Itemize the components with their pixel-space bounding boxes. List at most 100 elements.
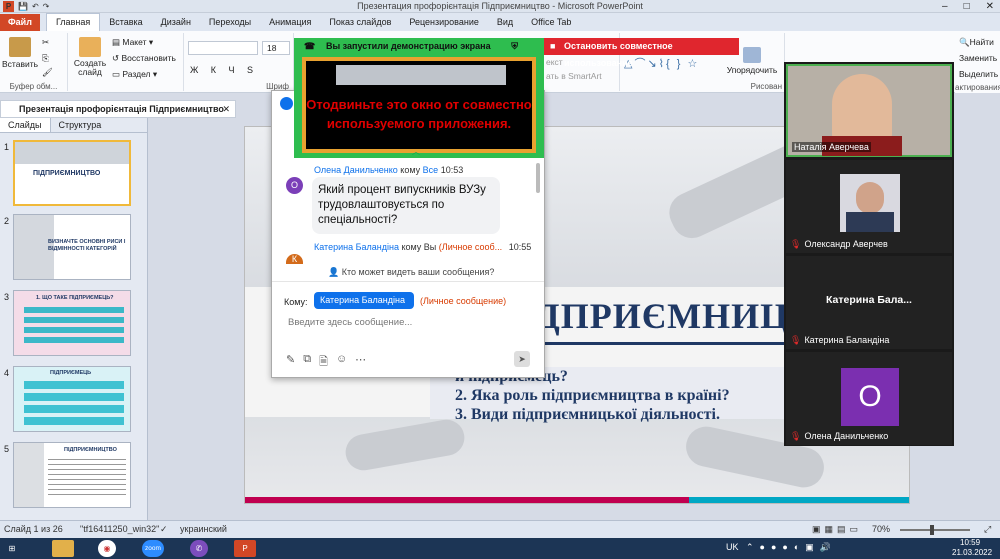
private-message-tag: (Личное сообщение)	[420, 296, 507, 306]
more-icon[interactable]: ⋯	[355, 353, 366, 372]
paste-button[interactable]: Вставить	[2, 37, 38, 69]
chat-menu-icon[interactable]	[280, 97, 293, 110]
participant-name: 🎙 Олена Данильченко	[790, 431, 889, 441]
font-style-buttons[interactable]: Ж К Ч S	[190, 65, 258, 75]
shapes-gallery[interactable]: △⌒↘⌇{ } ☆	[624, 55, 699, 71]
tab-view[interactable]: Вид	[488, 14, 522, 31]
participant-photo	[832, 74, 892, 144]
message-bubble: Який процент випускників ВУЗу трудовлашт…	[312, 177, 500, 234]
slide-thumb[interactable]: 5 ПІДПРИЄМНИЦТВО	[0, 442, 140, 510]
muted-mic-icon: 🎙	[790, 431, 802, 441]
tab-home[interactable]: Главная	[45, 13, 101, 31]
participant-name: 🎙 Олександр Аверчев	[790, 239, 888, 249]
message-input[interactable]: Введите здесь сообщение...	[288, 317, 412, 328]
slide-thumb-title: ПІДПРИЄМЕЦЬ	[50, 370, 92, 376]
send-button[interactable]: ➤	[514, 351, 530, 367]
input-language[interactable]: UK	[726, 542, 739, 552]
phone-icon: ☎	[304, 41, 316, 51]
slide-thumb-title: 1. ЩО ТАКЕ ПІДПРИЄМЕЦЬ?	[36, 295, 114, 301]
tab-review[interactable]: Рецензирование	[400, 14, 488, 31]
section-button[interactable]: ▭ Раздел ▾	[112, 69, 157, 80]
zoom-slider[interactable]	[900, 529, 970, 531]
replace-button[interactable]: Заменить	[959, 53, 997, 63]
find-button[interactable]: 🔍Найти	[959, 37, 994, 48]
stop-icon: ■	[550, 41, 556, 51]
slide-accent-bar-cyan	[689, 497, 909, 503]
screenshot-icon[interactable]: ⧉	[303, 353, 311, 372]
ribbon-tabs: Файл Главная Вставка Дизайн Переходы Ани…	[0, 13, 1000, 31]
zoom-slider-thumb[interactable]	[930, 525, 934, 535]
new-slide-icon	[79, 37, 101, 57]
close-icon[interactable]: ✕	[986, 0, 994, 13]
font-group: 18 Ж К Ч S Шриф	[184, 33, 294, 91]
restore-button[interactable]: ↺ Восстановить	[112, 53, 176, 64]
close-tab-icon[interactable]: ✕	[222, 101, 230, 117]
slide-thumb[interactable]: 4 ПІДПРИЄМЕЦЬ	[0, 366, 140, 434]
video-tile[interactable]: Наталія Аверчева	[786, 64, 952, 157]
layout-button[interactable]: ▤ Макет ▾	[112, 37, 153, 48]
format-icon[interactable]: ✎	[286, 353, 295, 372]
smartart-label: ать в SmartArt	[546, 71, 602, 81]
slides-group: Создать слайд ▤ Макет ▾ ↺ Восстановить ▭…	[68, 33, 184, 91]
person-icon: 👤	[328, 267, 340, 277]
video-tile[interactable]: Катерина Бала... 🎙 Катерина Баландіна	[786, 256, 952, 349]
participant-name: 🎙 Катерина Баландіна	[790, 335, 890, 345]
avatar: О	[286, 177, 303, 194]
maximize-icon[interactable]: □	[964, 0, 970, 13]
file-icon[interactable]: 🗎	[319, 353, 328, 372]
slide-thumb-title: ПІДПРИЄМНИЦТВО	[33, 170, 101, 177]
tab-animation[interactable]: Анимация	[260, 14, 320, 31]
font-name-field[interactable]	[188, 41, 258, 55]
recipient-select[interactable]: Катерина Баландіна ⌄	[314, 292, 414, 322]
language-indicator[interactable]: украинский	[180, 521, 227, 538]
tab-insert[interactable]: Вставка	[100, 14, 151, 31]
stop-share-button[interactable]: ■ Остановить совместное использование	[544, 38, 739, 68]
format-painter-icon[interactable]: 🖌	[42, 67, 53, 78]
muted-mic-icon: 🎙	[790, 239, 802, 249]
select-button[interactable]: Выделить	[959, 69, 998, 79]
tray-icons[interactable]: ⌃●●●◐▣🔊	[746, 542, 837, 553]
muted-mic-icon: 🎙	[790, 335, 802, 345]
editing-group-label: актирования	[955, 83, 1000, 92]
minimize-icon[interactable]: –	[942, 0, 948, 13]
view-buttons[interactable]: ▣▦▤▭	[812, 521, 862, 538]
chrome-icon[interactable]: ◉	[98, 540, 116, 557]
title-bar: P 💾 ↶ ↷ Презентация профорієнтація Підпр…	[0, 0, 1000, 13]
new-slide-button[interactable]: Создать слайд	[72, 37, 108, 77]
tab-office-tab[interactable]: Office Tab	[522, 14, 580, 31]
tab-slides[interactable]: Слайды	[0, 118, 51, 132]
tab-outline[interactable]: Структура	[51, 118, 110, 132]
participant-name: Наталія Аверчева	[792, 142, 871, 152]
cut-icon[interactable]: ✂	[42, 37, 49, 48]
start-icon[interactable]: ⊞	[4, 540, 20, 557]
emoji-icon[interactable]: ☺	[336, 353, 347, 372]
tab-transitions[interactable]: Переходы	[200, 14, 260, 31]
tab-slideshow[interactable]: Показ слайдов	[320, 14, 400, 31]
move-window-warning: Отодвиньте это окно от совместно использ…	[306, 97, 532, 131]
fit-window-icon[interactable]: ⤢	[984, 521, 991, 538]
spellcheck-icon[interactable]: ✓	[160, 521, 168, 538]
text-direction-label: екст	[546, 57, 563, 67]
zoom-icon[interactable]: zoom	[142, 540, 164, 557]
slide-counter: Слайд 1 из 26	[4, 524, 63, 534]
tab-design[interactable]: Дизайн	[152, 14, 200, 31]
copy-icon[interactable]: ⎘	[42, 53, 49, 64]
video-tile[interactable]: О 🎙 Олена Данильченко	[786, 352, 952, 445]
who-can-see-link[interactable]: 👤 Кто может видеть ваши сообщения?	[328, 267, 494, 278]
slide-thumb[interactable]: 2 ВИЗНАЧТЕ ОСНОВНІ РИСИ І ВІДМІННОСТІ КА…	[0, 214, 140, 282]
viber-icon[interactable]: ✆	[190, 540, 208, 557]
video-tile[interactable]: 🎙 Олександр Аверчев	[786, 160, 952, 253]
font-size-field[interactable]: 18	[262, 41, 290, 55]
document-tab[interactable]: Презентація профорієнтація Підприємництв…	[0, 100, 236, 118]
slide-thumb[interactable]: 1 ПІДПРИЄМНИЦТВО	[0, 140, 140, 208]
file-explorer-icon[interactable]	[52, 540, 74, 557]
preview-thumbnail	[336, 65, 506, 85]
slide-thumb[interactable]: 3 1. ЩО ТАКЕ ПІДПРИЄМЕЦЬ?	[0, 290, 140, 358]
share-preview: Отодвиньте это окно от совместно использ…	[302, 57, 536, 153]
powerpoint-taskbar-icon[interactable]: P	[234, 540, 256, 557]
collapse-icon[interactable]: ︿	[412, 146, 420, 157]
video-gallery: Наталія Аверчева 🎙 Олександр Аверчев Кате…	[784, 62, 954, 446]
chat-scrollbar[interactable]	[536, 163, 540, 193]
screen-share-banner: ☎ Вы запустили демонстрацию экрана ⛨ Ото…	[294, 38, 544, 158]
tab-file[interactable]: Файл	[0, 14, 40, 31]
